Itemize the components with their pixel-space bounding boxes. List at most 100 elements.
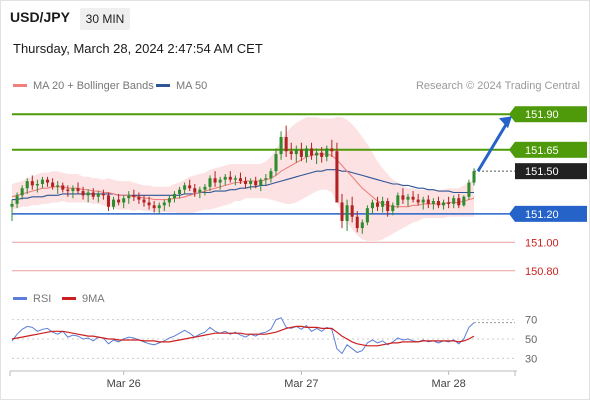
candle-body [208, 178, 212, 187]
candle-body [416, 199, 420, 203]
candle-body [274, 154, 278, 172]
candle-body [376, 202, 380, 207]
x-tick-label: Mar 27 [284, 378, 318, 390]
candle-body [40, 179, 44, 184]
candle-body [386, 201, 390, 211]
candle-body [431, 201, 435, 204]
level-label-pointer [509, 205, 515, 222]
candle-body [178, 189, 182, 194]
candle-body [360, 222, 364, 229]
candle-body [304, 148, 308, 157]
candle-body [340, 202, 344, 221]
rsi-line [11, 317, 475, 355]
level-label-support: 151.20 [525, 209, 559, 221]
candle-body [117, 199, 121, 203]
candle-body [91, 192, 95, 197]
candle-body [35, 183, 39, 186]
candle-body [193, 188, 197, 193]
level-label-target: 151.00 [525, 237, 559, 249]
candle-body [436, 201, 440, 206]
candle-body [223, 176, 227, 180]
candle-body [188, 185, 192, 189]
candle-body [355, 216, 359, 229]
candle-body [421, 199, 425, 203]
level-label-resistance: 151.90 [525, 109, 559, 121]
rsi-tick-label: 70 [525, 315, 537, 327]
candle-body [218, 179, 222, 183]
candle-body [66, 189, 70, 192]
candle-body [142, 199, 146, 203]
candle-body [467, 182, 471, 197]
candle-body [106, 195, 110, 207]
candle-body [137, 196, 141, 200]
candle-body [325, 148, 329, 157]
candle-body [269, 171, 273, 179]
candle-body [61, 185, 65, 190]
candle-body [264, 178, 268, 180]
candle-body [299, 149, 303, 157]
candle-body [462, 196, 466, 206]
candle-body [442, 202, 446, 206]
candle-body [213, 178, 217, 183]
candle-body [198, 189, 202, 193]
x-tick-label: Mar 28 [431, 378, 465, 390]
candle-body [345, 205, 349, 221]
candle-body [127, 195, 131, 199]
candle-body [81, 191, 85, 196]
candle-body [350, 205, 354, 217]
candle-body [233, 178, 237, 180]
candle-body [76, 188, 80, 192]
candle-body [147, 202, 151, 206]
candle-body [249, 181, 253, 184]
level-label-current: 151.50 [525, 166, 559, 178]
bollinger-band [12, 117, 474, 241]
candle-body [284, 137, 288, 152]
candle-body [96, 193, 100, 197]
price-chart[interactable]: 151.90 151.65 151.50 151.20 151.00 150.80 70 50… [0, 0, 590, 400]
candle-body [25, 181, 29, 189]
candle-body [238, 178, 242, 182]
candle-body [452, 198, 456, 204]
candle-body [335, 151, 339, 203]
candle-body [203, 186, 207, 190]
candle-body [30, 181, 34, 186]
candle-body [167, 198, 171, 203]
candle-body [447, 202, 451, 204]
projection-arrow-line [476, 120, 510, 172]
candle-body [10, 203, 14, 207]
candle-body [279, 137, 283, 155]
candle-body [86, 192, 90, 196]
candle-body [406, 196, 410, 200]
rsi-tick-label: 50 [525, 334, 537, 346]
candle-body [315, 152, 319, 156]
level-label-target: 150.80 [525, 266, 559, 278]
candle-body [101, 193, 105, 196]
candle-body [330, 148, 334, 152]
candle-body [294, 149, 298, 155]
rsi-tick-label: 30 [525, 353, 537, 365]
candle-body [411, 196, 415, 200]
candle-body [112, 199, 116, 207]
candle-body [396, 195, 400, 206]
candle-body [15, 195, 19, 204]
candle-body [426, 199, 430, 204]
candle-body [244, 181, 248, 184]
candle-body [51, 182, 55, 187]
candle-body [381, 201, 385, 207]
candle-body [46, 179, 50, 183]
candle-body [310, 148, 314, 156]
candle-body [20, 188, 24, 196]
candle-body [56, 185, 60, 187]
candle-body [457, 198, 461, 206]
candle-body [122, 198, 126, 203]
candle-body [370, 202, 374, 209]
candle-body [172, 193, 176, 199]
level-label-resistance: 151.65 [525, 145, 559, 157]
candle-body [183, 185, 187, 190]
candle-body [401, 195, 405, 200]
candle-body [391, 205, 395, 211]
candle-body [289, 151, 293, 155]
candle-body [254, 181, 258, 186]
candle-body [472, 171, 476, 183]
candle-body [162, 202, 166, 206]
